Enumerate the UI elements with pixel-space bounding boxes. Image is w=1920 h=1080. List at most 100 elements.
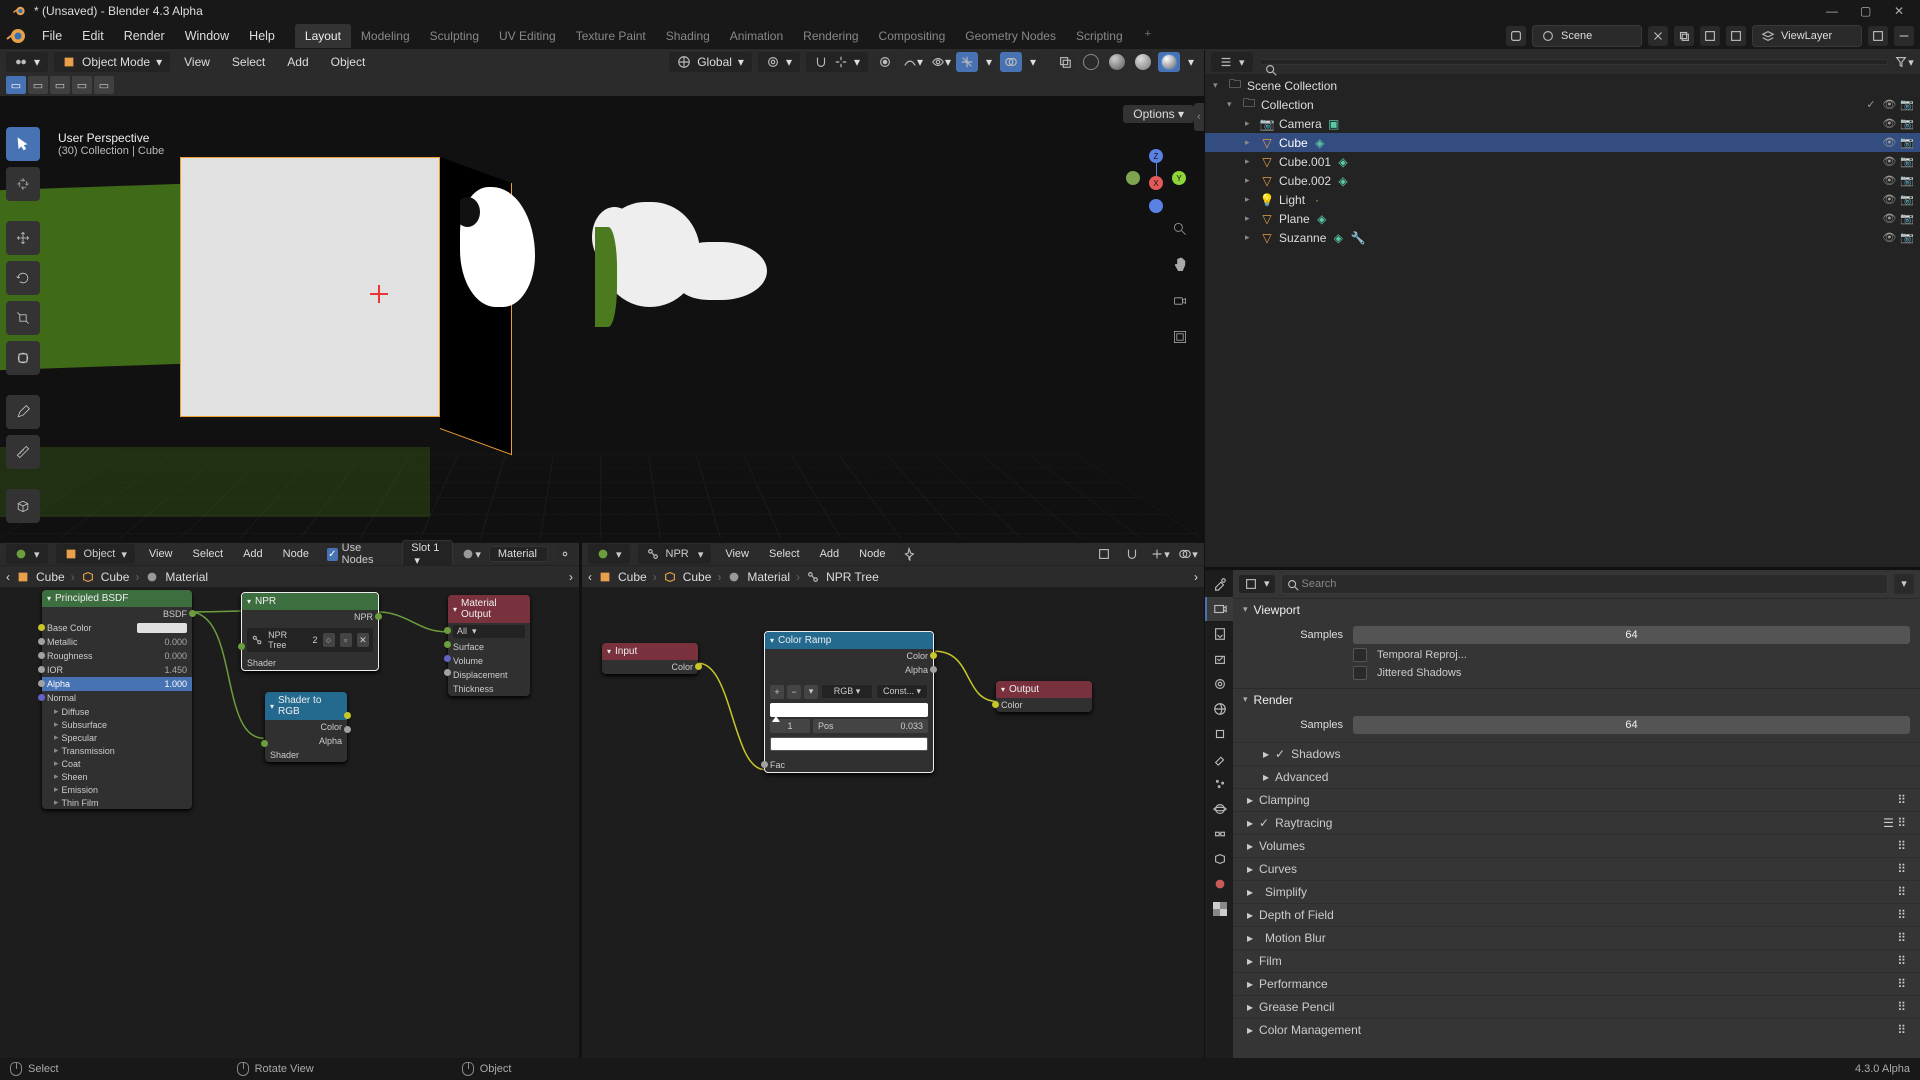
props-options-icon[interactable]: ▾ — [1894, 574, 1914, 594]
ramp-del-stop[interactable]: − — [787, 685, 801, 699]
nbc-1[interactable]: Cube — [683, 570, 712, 584]
bsdf-sheen[interactable]: ▸Sheen — [42, 770, 192, 783]
hide-viewport-icon[interactable]: 👁 — [1882, 174, 1896, 187]
npr-unlink[interactable]: ✕ — [357, 633, 369, 647]
npr-fake-user[interactable]: ○ — [323, 633, 335, 647]
tab-compositing[interactable]: Compositing — [869, 24, 956, 48]
scene-copy-icon[interactable] — [1674, 26, 1694, 46]
render-icon[interactable]: 📷 — [1900, 98, 1914, 111]
npr-shader-in[interactable]: Shader — [247, 658, 276, 668]
render-samples-value[interactable]: 64 — [1353, 716, 1910, 734]
visibility-toggle[interactable]: ▾ — [930, 52, 952, 72]
npr-pin-icon[interactable] — [899, 544, 919, 564]
material-field[interactable]: Material — [489, 546, 549, 562]
outliner-item-camera[interactable]: ▸📷Camera▣👁 📷 — [1205, 114, 1920, 133]
npr-overlay-toggle[interactable]: ▾ — [1150, 544, 1170, 564]
proportional-curve-dropdown[interactable]: ▾ — [902, 52, 924, 72]
temporal-reproj-checkbox[interactable] — [1353, 648, 1367, 662]
hide-render-icon[interactable]: 📷 — [1900, 231, 1914, 244]
menu-render[interactable]: Render — [114, 25, 175, 47]
shader-menu-select[interactable]: Select — [187, 545, 230, 563]
snap-toggle[interactable]: ▾ — [806, 52, 868, 72]
ptab-modifiers[interactable] — [1205, 747, 1233, 771]
jitter-shadows-checkbox[interactable] — [1353, 666, 1367, 680]
shading-rendered[interactable] — [1158, 52, 1180, 72]
viewport-menu-object[interactable]: Object — [323, 53, 374, 71]
panel-simplify[interactable]: ▸Simplify⠿ — [1233, 880, 1920, 903]
camera-view-icon[interactable] — [1168, 289, 1192, 313]
tool-rotate[interactable] — [6, 261, 40, 295]
ptab-object[interactable] — [1205, 722, 1233, 746]
tool-move[interactable] — [6, 221, 40, 255]
bsdf-diffuse[interactable]: ▸Diffuse — [42, 705, 192, 718]
npr-tree-field[interactable]: NPR Tree 2 ○ ▫ ✕ — [247, 628, 373, 652]
axis-z[interactable]: Z — [1149, 149, 1163, 163]
metallic-value[interactable]: 0.000 — [164, 637, 187, 647]
panel-dof[interactable]: ▸Depth of Field⠿ — [1233, 903, 1920, 926]
maximize-button[interactable]: ▢ — [1860, 4, 1874, 18]
shading-preview[interactable] — [1132, 52, 1154, 72]
tab-scripting[interactable]: Scripting — [1066, 24, 1133, 48]
panel-raytracing[interactable]: ▸✓Raytracing☰ ⠿ — [1233, 811, 1920, 834]
panel-volumes[interactable]: ▸Volumes⠿ — [1233, 834, 1920, 857]
tab-uv[interactable]: UV Editing — [489, 24, 566, 48]
hide-viewport-icon[interactable]: 👁 — [1882, 155, 1896, 168]
npr-new[interactable]: ▫ — [340, 633, 352, 647]
hide-viewport-icon[interactable]: 👁 — [1882, 117, 1896, 130]
npr-editor-type[interactable]: ▾ — [588, 544, 630, 564]
node-output[interactable]: ▾Output Color — [996, 681, 1092, 712]
viewlayer-new-button[interactable] — [1868, 26, 1888, 46]
ramp-position[interactable]: Pos0.033 — [813, 719, 928, 733]
bsdf-transmission[interactable]: ▸Transmission — [42, 744, 192, 757]
axis-neg-z[interactable] — [1149, 199, 1163, 213]
close-button[interactable]: ✕ — [1894, 4, 1908, 18]
bsdf-ior[interactable]: IOR — [47, 665, 63, 675]
shading-solid[interactable] — [1106, 52, 1128, 72]
bsdf-metallic[interactable]: Metallic — [47, 637, 78, 647]
3d-viewport[interactable]: User Perspective (30) Collection | Cube … — [0, 96, 1204, 540]
viewport-menu-add[interactable]: Add — [279, 53, 316, 71]
ramp-stop-handle[interactable] — [772, 716, 780, 722]
viewport-panel-header[interactable]: ▾Viewport — [1233, 599, 1920, 621]
outliner-editor-type[interactable]: ▾ — [1211, 52, 1253, 72]
roughness-value[interactable]: 0.000 — [164, 651, 187, 661]
pivot-dropdown[interactable]: ▾ — [758, 52, 800, 72]
ior-value[interactable]: 1.450 — [164, 665, 187, 675]
hide-render-icon[interactable]: 📷 — [1900, 117, 1914, 130]
npr-type-dropdown[interactable]: NPR ▾ — [638, 544, 712, 564]
eye-icon[interactable]: 👁 — [1882, 98, 1896, 111]
select-inv-mode[interactable]: ▭ — [72, 76, 92, 94]
shader-menu-node[interactable]: Node — [277, 545, 315, 563]
props-search-field[interactable]: Search — [1281, 574, 1888, 594]
panel-film[interactable]: ▸Film⠿ — [1233, 949, 1920, 972]
proportional-edit-toggle[interactable] — [874, 52, 896, 72]
ramp-fac-in[interactable]: Fac — [770, 760, 785, 770]
panel-advanced[interactable]: ▸Advanced — [1233, 765, 1920, 788]
hide-viewport-icon[interactable]: 👁 — [1882, 193, 1896, 206]
outliner-tree[interactable]: ▾ 🗀 Scene Collection ▾ 🗀 Collection ✓ 👁 … — [1205, 74, 1920, 567]
outliner-collection[interactable]: ▾ 🗀 Collection ✓ 👁 📷 — [1205, 95, 1920, 114]
select-sub-mode[interactable]: ▭ — [50, 76, 70, 94]
ptab-material[interactable] — [1205, 872, 1233, 896]
shader-editor-type[interactable]: ▾ — [6, 544, 48, 564]
npr-parent-button[interactable] — [1094, 544, 1114, 564]
outliner-scene-collection[interactable]: ▾ 🗀 Scene Collection — [1205, 76, 1920, 95]
mout-thickness[interactable]: Thickness — [453, 684, 494, 694]
npr-overlay-opts[interactable]: ▾ — [1178, 544, 1198, 564]
add-workspace-button[interactable]: + — [1137, 24, 1159, 48]
mout-surface[interactable]: Surface — [453, 642, 484, 652]
tab-geonodes[interactable]: Geometry Nodes — [955, 24, 1066, 48]
alpha-value[interactable]: 1.000 — [164, 679, 187, 689]
tool-select-box[interactable] — [6, 127, 40, 161]
ptab-tool[interactable] — [1205, 572, 1233, 596]
perspective-toggle-icon[interactable] — [1168, 325, 1192, 349]
hide-render-icon[interactable]: 📷 — [1900, 174, 1914, 187]
tool-add-cube[interactable] — [6, 489, 40, 523]
tool-transform[interactable] — [6, 341, 40, 375]
bc-item-2[interactable]: Material — [165, 570, 208, 584]
outliner-item-cube-001[interactable]: ▸▽Cube.001◈👁 📷 — [1205, 152, 1920, 171]
mout-volume[interactable]: Volume — [453, 656, 483, 666]
viewlayer-browse-icon[interactable] — [1726, 26, 1746, 46]
scene-field[interactable]: Scene — [1532, 25, 1642, 47]
tab-layout[interactable]: Layout — [295, 24, 351, 48]
